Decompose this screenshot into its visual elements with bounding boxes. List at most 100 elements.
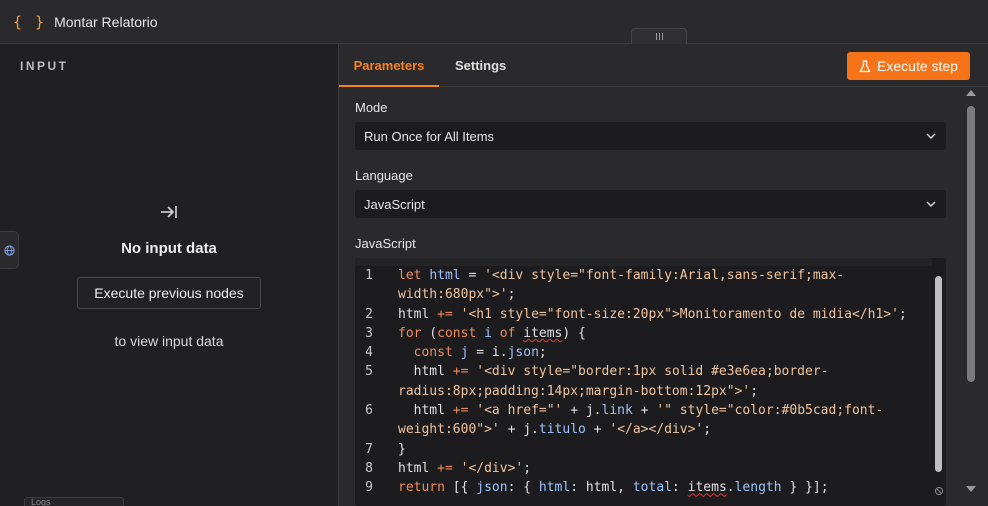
- code-token: const: [437, 325, 477, 341]
- code-token: + j.: [499, 422, 539, 438]
- code-token: = i.: [468, 345, 508, 361]
- flask-icon: [859, 59, 871, 72]
- code-token: json: [476, 480, 508, 496]
- code-text[interactable]: for (const i of items) {: [383, 324, 928, 343]
- panel-scrollbar[interactable]: [964, 90, 978, 506]
- code-text[interactable]: return [{ json: { html: html, total: ite…: [383, 478, 928, 497]
- code-token: =: [460, 268, 485, 283]
- code-token: html: [398, 403, 453, 419]
- code-token: ;: [507, 287, 516, 303]
- line-number: 2: [365, 306, 373, 322]
- resize-grip-icon[interactable]: [934, 486, 944, 496]
- code-token: : {: [507, 480, 539, 496]
- code-editor[interactable]: 1 let html = '<div style="font-family:Ari…: [355, 258, 946, 506]
- code-text[interactable]: html += '</div>';: [383, 459, 928, 478]
- code-token: html: [398, 364, 453, 380]
- line-number: 7: [365, 441, 373, 457]
- code-token: '<h1 style="font-size:20px">Monitorament…: [460, 306, 899, 322]
- code-token: html: [538, 480, 571, 496]
- code-line[interactable]: 6 html += '<a href="' + j.link + '" styl…: [355, 401, 932, 440]
- scroll-down-arrow-icon[interactable]: [966, 486, 976, 492]
- line-number: 9: [365, 480, 373, 496]
- editor-scrollbar-thumb[interactable]: [935, 276, 942, 472]
- tab-settings[interactable]: Settings: [455, 44, 506, 87]
- code-text[interactable]: html += '<a href="' + j.link + '" style=…: [383, 401, 928, 440]
- code-text[interactable]: html += '<div style="border:1px solid #e…: [383, 362, 928, 401]
- code-token: items: [687, 480, 727, 496]
- code-token: const: [413, 345, 453, 361]
- scroll-up-arrow-icon[interactable]: [966, 90, 976, 96]
- code-token: +=: [452, 403, 469, 419]
- line-number: 4: [365, 345, 373, 361]
- execute-previous-nodes-button[interactable]: Execute previous nodes: [77, 277, 261, 309]
- parameters-panel: Parameters Settings Execute step Mode Ru…: [339, 44, 988, 506]
- code-text[interactable]: const j = i.json;: [383, 343, 928, 362]
- code-token: } }];: [781, 480, 829, 496]
- code-text[interactable]: html += '<h1 style="font-size:20px">Moni…: [383, 305, 928, 324]
- mode-label: Mode: [355, 100, 388, 115]
- no-input-message: No input data: [121, 240, 217, 257]
- code-line[interactable]: 7}: [355, 440, 932, 459]
- code-braces-icon: { }: [13, 12, 47, 31]
- panel-drag-handle[interactable]: [631, 28, 687, 44]
- code-token: return: [398, 480, 445, 496]
- tab-bar: Parameters Settings Execute step: [339, 44, 988, 87]
- code-area[interactable]: 1 let html = '<div style="font-family:Ari…: [355, 266, 932, 498]
- code-line[interactable]: 1 let html = '<div style="font-family:Ari…: [355, 266, 932, 305]
- line-number: 5: [365, 364, 373, 380]
- node-title[interactable]: Montar Relatorio: [54, 14, 158, 30]
- code-token: html: [398, 460, 438, 476]
- line-number: 1: [365, 268, 373, 283]
- line-number: 8: [365, 460, 373, 476]
- code-token: +=: [452, 364, 469, 380]
- execute-step-button[interactable]: Execute step: [847, 52, 970, 80]
- input-heading: INPUT: [20, 59, 69, 73]
- code-line[interactable]: 8 html += '</div>';: [355, 459, 932, 478]
- logs-tab[interactable]: Logs: [24, 497, 124, 506]
- code-token: '<a href="': [476, 403, 563, 419]
- arrow-to-right-icon: [161, 206, 177, 218]
- editor-top-strip: [355, 258, 932, 266]
- chevron-down-icon: [926, 133, 936, 140]
- code-token: +=: [437, 460, 453, 476]
- code-text[interactable]: }: [383, 440, 928, 459]
- code-text[interactable]: let html = '<div style="font-family:Aria…: [383, 266, 928, 305]
- code-line[interactable]: 4 const j = i.json;: [355, 343, 932, 362]
- language-value: JavaScript: [364, 196, 425, 212]
- code-token: '</a></div>': [609, 422, 704, 438]
- code-token: of: [499, 325, 516, 341]
- code-token: : html,: [570, 480, 633, 496]
- line-number: 6: [365, 403, 373, 419]
- tab-parameters[interactable]: Parameters: [339, 44, 439, 87]
- code-token: length: [734, 480, 782, 496]
- input-panel: INPUT No input data Execute previous nod…: [0, 44, 338, 506]
- code-line[interactable]: 3 for (const i of items) {: [355, 324, 932, 343]
- code-line[interactable]: 2 html += '<h1 style="font-size:20px">Mon…: [355, 305, 932, 324]
- code-line[interactable]: 9 return [{ json: { html: html, total: it…: [355, 478, 932, 497]
- code-token: ;: [523, 460, 532, 476]
- language-label: Language: [355, 168, 413, 183]
- code-token: ;: [750, 383, 759, 399]
- mode-value: Run Once for All Items: [364, 128, 495, 144]
- language-select[interactable]: JavaScript: [355, 190, 946, 218]
- code-token: titulo: [538, 422, 586, 438]
- code-token: :: [671, 480, 688, 496]
- code-line[interactable]: 5 html += '<div style="border:1px solid …: [355, 362, 932, 401]
- side-panel-toggle[interactable]: [0, 231, 19, 269]
- code-token: [{: [444, 480, 477, 496]
- code-token: html: [429, 268, 461, 283]
- code-token: html: [398, 306, 438, 322]
- globe-icon: [3, 244, 15, 256]
- code-token: +: [632, 403, 657, 419]
- code-token: +=: [437, 306, 453, 322]
- code-token: .: [726, 480, 735, 496]
- view-input-hint: to view input data: [114, 333, 224, 349]
- code-token: ) {: [562, 325, 586, 341]
- mode-select[interactable]: Run Once for All Items: [355, 122, 946, 150]
- code-token: ;: [703, 422, 712, 438]
- code-token: }: [398, 441, 406, 457]
- panel-scrollbar-thumb[interactable]: [967, 106, 975, 382]
